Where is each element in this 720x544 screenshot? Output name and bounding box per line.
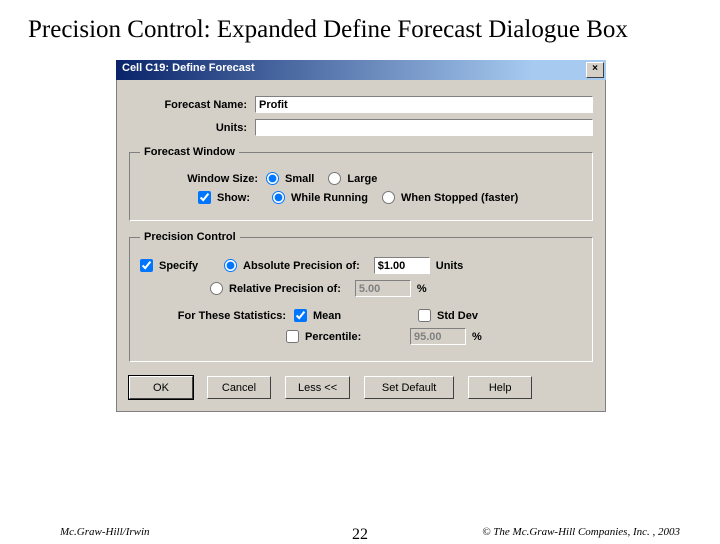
radio-while-running-label: While Running	[291, 192, 368, 204]
percentile-units-label: %	[472, 331, 482, 343]
stddev-option[interactable]: Std Dev	[418, 309, 478, 322]
radio-while-running[interactable]	[272, 191, 285, 204]
define-forecast-dialog: Cell C19: Define Forecast × Forecast Nam…	[116, 60, 606, 412]
stddev-label: Std Dev	[437, 310, 478, 322]
dialog-title: Cell C19: Define Forecast	[122, 62, 255, 74]
precision-control-legend: Precision Control	[140, 231, 240, 243]
radio-absolute[interactable]	[224, 259, 237, 272]
mean-option[interactable]: Mean	[294, 309, 404, 322]
radio-large[interactable]	[328, 172, 341, 185]
show-while-running[interactable]: While Running	[272, 191, 368, 204]
window-size-label: Window Size:	[140, 173, 266, 185]
relative-precision-input	[355, 280, 411, 297]
show-option[interactable]: Show:	[140, 191, 258, 204]
percentile-label: Percentile:	[305, 331, 361, 343]
radio-small-label: Small	[285, 173, 314, 185]
cancel-button[interactable]: Cancel	[207, 376, 271, 399]
set-default-button[interactable]: Set Default	[364, 376, 454, 399]
specify-checkbox[interactable]	[140, 259, 153, 272]
relative-units-label: %	[417, 283, 427, 295]
percentile-input	[410, 328, 466, 345]
radio-when-stopped[interactable]	[382, 191, 395, 204]
radio-large-label: Large	[347, 173, 377, 185]
ok-button[interactable]: OK	[129, 376, 193, 399]
slide-title: Precision Control: Expanded Define Forec…	[0, 0, 720, 52]
close-icon[interactable]: ×	[586, 62, 604, 78]
absolute-label: Absolute Precision of:	[243, 260, 360, 272]
percentile-option[interactable]: Percentile:	[286, 330, 396, 343]
show-when-stopped[interactable]: When Stopped (faster)	[382, 191, 518, 204]
window-size-small[interactable]: Small	[266, 172, 314, 185]
less-button[interactable]: Less <<	[285, 376, 350, 399]
mean-label: Mean	[313, 310, 341, 322]
absolute-precision-input[interactable]	[374, 257, 430, 274]
absolute-precision-option[interactable]: Absolute Precision of:	[224, 259, 360, 272]
absolute-units-label: Units	[436, 260, 464, 272]
dialog-body: Forecast Name: Units: Forecast Window Wi…	[116, 80, 606, 412]
mean-checkbox[interactable]	[294, 309, 307, 322]
radio-relative[interactable]	[210, 282, 223, 295]
stddev-checkbox[interactable]	[418, 309, 431, 322]
relative-precision-option[interactable]: Relative Precision of:	[210, 282, 341, 295]
radio-when-stopped-label: When Stopped (faster)	[401, 192, 518, 204]
precision-control-group: Precision Control Specify Absolute Preci…	[129, 231, 593, 362]
percentile-checkbox[interactable]	[286, 330, 299, 343]
units-input[interactable]	[255, 119, 593, 136]
forecast-name-label: Forecast Name:	[129, 99, 255, 111]
button-bar: OK Cancel Less << Set Default Help	[129, 376, 593, 399]
show-checkbox[interactable]	[198, 191, 211, 204]
dialog-titlebar[interactable]: Cell C19: Define Forecast ×	[116, 60, 606, 80]
help-button[interactable]: Help	[468, 376, 532, 399]
show-label: Show:	[217, 192, 250, 204]
forecast-window-legend: Forecast Window	[140, 146, 239, 158]
relative-label: Relative Precision of:	[229, 283, 341, 295]
specify-option[interactable]: Specify	[140, 259, 210, 272]
for-stats-label: For These Statistics:	[140, 310, 294, 322]
radio-small[interactable]	[266, 172, 279, 185]
window-size-large[interactable]: Large	[328, 172, 377, 185]
specify-label: Specify	[159, 260, 198, 272]
units-label: Units:	[129, 122, 255, 134]
forecast-name-input[interactable]	[255, 96, 593, 113]
footer-right: © The Mc.Graw-Hill Companies, Inc. , 200…	[482, 526, 680, 538]
forecast-window-group: Forecast Window Window Size: Small Large…	[129, 146, 593, 221]
